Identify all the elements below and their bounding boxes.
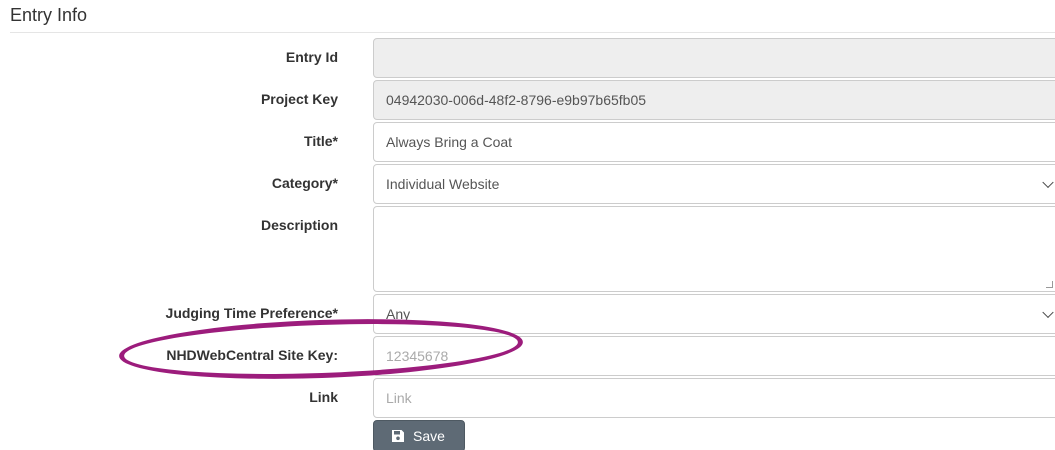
site-key-input[interactable]: 12345678 bbox=[373, 336, 1055, 376]
link-label: Link bbox=[309, 389, 338, 405]
project-key-label: Project Key bbox=[260, 91, 338, 107]
entry-id-row: Entry Id bbox=[0, 38, 1055, 78]
description-label: Description bbox=[260, 217, 338, 233]
link-input[interactable]: Link bbox=[373, 378, 1055, 418]
description-row: Description bbox=[0, 206, 1055, 292]
category-select[interactable]: Individual Website bbox=[373, 164, 1055, 204]
judging-time-label: Judging Time Preference* bbox=[165, 305, 338, 321]
title-value: Always Bring a Coat bbox=[386, 134, 513, 150]
resize-grip-icon[interactable] bbox=[1046, 281, 1053, 288]
floppy-disk-icon bbox=[392, 430, 404, 442]
category-value: Individual Website bbox=[386, 176, 500, 192]
project-key-row: Project Key 04942030-006d-48f2-8796-e9b9… bbox=[0, 80, 1055, 120]
legend-divider bbox=[10, 32, 1055, 33]
project-key-field: 04942030-006d-48f2-8796-e9b97b65fb05 bbox=[373, 80, 1055, 120]
section-legend: Entry Info bbox=[10, 5, 88, 25]
judging-time-row: Judging Time Preference* Any bbox=[0, 294, 1055, 334]
category-label: Category* bbox=[271, 175, 338, 191]
title-label: Title* bbox=[304, 133, 338, 149]
description-textarea[interactable] bbox=[373, 206, 1055, 292]
link-placeholder: Link bbox=[386, 390, 412, 406]
site-key-row: NHDWebCentral Site Key: 12345678 bbox=[0, 336, 1055, 376]
judging-time-select[interactable]: Any bbox=[373, 294, 1055, 334]
link-row: Link Link bbox=[0, 378, 1055, 418]
title-row: Title* Always Bring a Coat bbox=[0, 122, 1055, 162]
category-row: Category* Individual Website bbox=[0, 164, 1055, 204]
title-input[interactable]: Always Bring a Coat bbox=[373, 122, 1055, 162]
site-key-label: NHDWebCentral Site Key: bbox=[166, 347, 338, 363]
project-key-value: 04942030-006d-48f2-8796-e9b97b65fb05 bbox=[386, 92, 647, 108]
entry-id-label: Entry Id bbox=[285, 49, 338, 65]
chevron-down-icon bbox=[1042, 176, 1054, 189]
entry-info-form: Entry Info Entry Id Project Key 04942030… bbox=[0, 0, 1055, 450]
judging-time-value: Any bbox=[386, 306, 411, 322]
chevron-down-icon bbox=[1042, 306, 1054, 319]
site-key-placeholder: 12345678 bbox=[386, 348, 449, 364]
save-label: Save bbox=[413, 428, 445, 444]
entry-id-field bbox=[373, 38, 1055, 78]
save-button[interactable]: Save bbox=[373, 420, 465, 450]
